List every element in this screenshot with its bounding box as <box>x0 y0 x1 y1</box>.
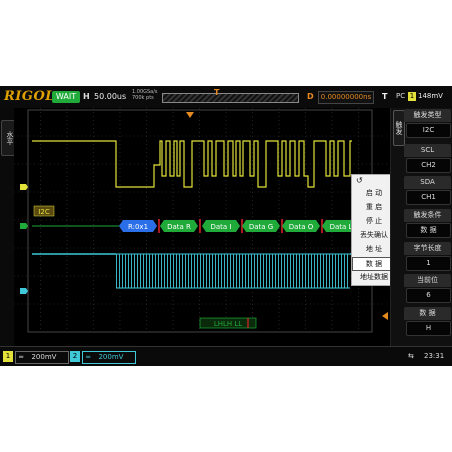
ch1-scale: 200mV <box>31 353 57 361</box>
delay-label: D <box>307 92 314 101</box>
memory-position-bar <box>162 93 299 103</box>
menu-item-value: CH2 <box>406 158 451 173</box>
run-state-badge[interactable]: WAIT <box>52 91 80 103</box>
trigger-menu: 触发 触发类型 I2C SCL CH2 SDA CH1 触发条件数 据字节长度 1 当前位 6 数 … <box>390 108 452 346</box>
trigger-data-label: LHLH LL <box>199 317 257 329</box>
decode-data-packet: Data R <box>160 219 201 233</box>
trigger-label: T <box>382 92 388 101</box>
menu-item-value: 数 据 <box>406 223 451 238</box>
decode-bus-label: I2C <box>38 208 50 216</box>
undo-icon[interactable]: ↺ <box>356 176 363 185</box>
trigger-level-value[interactable]: 148mV <box>418 92 443 100</box>
horizontal-menu-tab[interactable]: 水平 <box>1 120 15 156</box>
decode-packet-label: R:0x1 <box>128 223 148 231</box>
decode-bus-tag: I2C <box>33 205 55 217</box>
oscilloscope-screen: RIGOL WAIT H 50.00us 1.00GSa/s 700k pts … <box>0 86 452 366</box>
menu-item-label: 触发条件 <box>404 209 451 222</box>
ch2-scale-box[interactable]: ═ 200mV <box>82 351 136 364</box>
decode-packet-label: Data R <box>167 223 191 231</box>
left-menu: 水平 <box>0 108 15 346</box>
decode-data-packet: Data I <box>202 219 243 233</box>
ch1-number[interactable]: 1 <box>3 351 13 362</box>
decode-packet-label: Data O <box>289 223 314 231</box>
trigger-menu-item[interactable]: 触发类型 I2C <box>404 109 451 139</box>
trigger-menu-item[interactable]: 触发条件数 据 <box>404 209 451 239</box>
menu-item-label: SCL <box>404 144 451 157</box>
menu-item-value: CH1 <box>406 190 451 205</box>
decode-data-packet: Data G <box>242 219 283 233</box>
timebase-value[interactable]: 50.00us <box>94 92 126 101</box>
ch2-scale: 200mV <box>98 353 124 361</box>
trigger-type: PC <box>396 92 406 100</box>
ch1-coupling-icon: ═ <box>19 353 24 361</box>
menu-item-value: 1 <box>406 256 451 271</box>
decode-packet-label: Data G <box>249 223 273 231</box>
menu-item-label: 数 据 <box>404 307 451 320</box>
menu-item-value: H <box>406 321 451 336</box>
menu-item-label: 当前位 <box>404 274 451 287</box>
trigger-position-marker: T <box>214 88 220 97</box>
trigger-source-badge: 1 <box>408 92 416 101</box>
trigger-menu-item[interactable]: SCL CH2 <box>404 144 451 174</box>
trigger-menu-item[interactable]: 字节长度 1 <box>404 242 451 272</box>
decode-packet-label: Data I <box>210 223 231 231</box>
trigger-offset-value[interactable]: 0.00000000ns <box>318 91 374 104</box>
sample-info: 1.00GSa/s 700k pts <box>132 89 158 101</box>
decode-packet-label: Data L <box>330 223 353 231</box>
menu-item-value: 6 <box>406 288 451 303</box>
menu-item-label: 字节长度 <box>404 242 451 255</box>
usb-icon: ⇆ <box>408 352 414 360</box>
trigger-data-text: LHLH LL <box>214 320 242 328</box>
ch2-coupling-icon: ═ <box>86 353 91 361</box>
clock: 23:31 <box>424 352 445 360</box>
trigger-menu-item[interactable]: 数 据H <box>404 307 451 337</box>
decode-data-packet: Data O <box>282 219 323 233</box>
memory-depth: 700k pts <box>132 95 154 101</box>
ch1-scale-box[interactable]: ═ 200mV <box>15 351 69 364</box>
horizontal-label: H <box>83 92 90 101</box>
status-bar: RIGOL WAIT H 50.00us 1.00GSa/s 700k pts … <box>0 86 452 109</box>
channel-bar: 1 ═ 200mV 2 ═ 200mV ⇆ 23:31 <box>0 346 452 366</box>
decode-address-packet: R:0x1 <box>119 219 160 233</box>
waveform-display: I2C R:0x1 Data R Data I Data G Data O Data L <box>14 108 390 346</box>
rigol-logo: RIGOL <box>4 89 55 104</box>
trigger-menu-item[interactable]: 当前位 6 <box>404 274 451 304</box>
menu-item-value: I2C <box>406 123 451 138</box>
ch2-number[interactable]: 2 <box>70 351 80 362</box>
menu-item-label: 触发类型 <box>404 109 451 122</box>
menu-item-label: SDA <box>404 176 451 189</box>
trigger-menu-item[interactable]: SDA CH1 <box>404 176 451 206</box>
